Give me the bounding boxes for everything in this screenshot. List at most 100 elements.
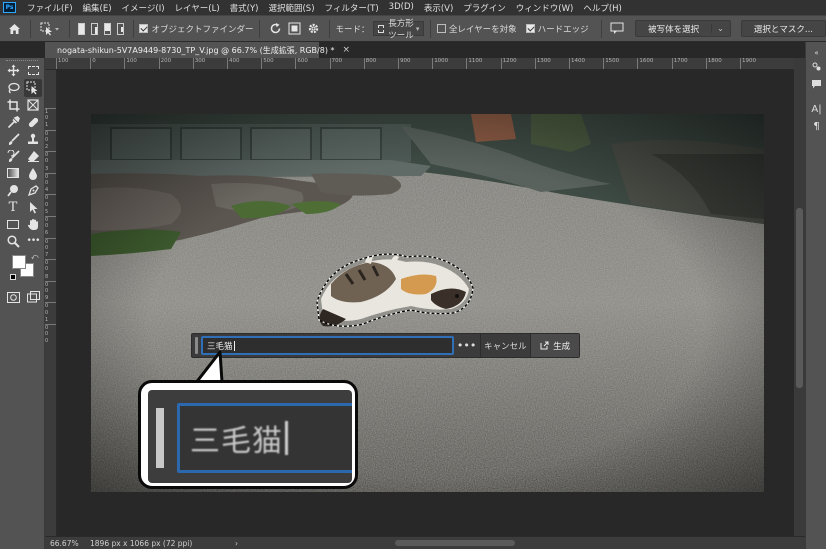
separator <box>68 19 69 38</box>
ruler-tick-label: 800 <box>363 58 376 69</box>
object-selection-tool-preset-icon[interactable] <box>40 20 60 38</box>
path-selection-tool-icon[interactable] <box>24 198 42 216</box>
new-selection-mode-button[interactable] <box>78 22 85 35</box>
dodge-tool-icon[interactable] <box>4 181 22 199</box>
ruler-tick-label: 0 <box>45 151 56 158</box>
object-finder-toggle[interactable]: オブジェクトファインダー <box>139 23 253 35</box>
type-tool-icon[interactable]: T <box>4 198 22 216</box>
hard-edge-toggle[interactable]: ハードエッジ <box>525 23 589 35</box>
document-tab-bar: nogata-shikun-5V7A9449-8730_TP_V.jpg @ 6… <box>45 42 794 58</box>
comments-panel-icon[interactable] <box>809 77 824 92</box>
swap-colors-icon[interactable]: ⤺ <box>31 253 38 262</box>
refresh-icon[interactable] <box>269 20 282 38</box>
chevron-down-icon[interactable]: ⌄ <box>711 24 724 33</box>
gradient-tool-icon[interactable] <box>4 164 22 182</box>
rectangle-tool-icon[interactable] <box>4 215 22 233</box>
ruler-tick-label: 4 <box>45 187 49 194</box>
add-to-selection-mode-button[interactable] <box>90 22 98 35</box>
menu-item[interactable]: 選択範囲(S) <box>263 2 319 14</box>
zoom-level[interactable]: 66.67% <box>45 539 90 548</box>
eyedropper-tool-icon[interactable] <box>4 113 22 131</box>
ruler-tick-label: 0 <box>45 223 49 230</box>
ruler-tick-label: 1 <box>45 316 49 323</box>
clone-stamp-tool-icon[interactable] <box>24 130 42 148</box>
vertical-ruler[interactable]: 101002003004005006007008009001000 <box>45 70 57 536</box>
frame-tool-icon[interactable] <box>24 96 42 114</box>
zoom-tool-icon[interactable] <box>4 232 22 250</box>
menu-item[interactable]: フィルター(T) <box>320 2 384 14</box>
pen-tool-icon[interactable] <box>24 181 42 199</box>
paragraph-panel-icon[interactable]: ¶ <box>809 119 824 134</box>
separator <box>600 19 602 38</box>
separator <box>132 19 134 38</box>
menu-item[interactable]: 編集(E) <box>78 2 117 14</box>
ruler-tick-label: 400 <box>227 58 240 69</box>
more-tools-icon[interactable]: ••• <box>24 232 42 250</box>
generate-button[interactable]: 生成 <box>531 334 580 357</box>
vertical-scrollbar[interactable] <box>794 58 805 536</box>
menu-item[interactable]: ヘルプ(H) <box>578 2 627 14</box>
quick-mask-icon[interactable] <box>4 288 22 306</box>
close-icon[interactable]: × <box>343 45 351 55</box>
hand-tool-icon[interactable] <box>24 215 42 233</box>
select-and-mask-button[interactable]: 選択とマスク... <box>740 20 826 37</box>
mode-select[interactable]: 長方形ツール ▾ <box>373 19 425 41</box>
ruler-tick-label: 900 <box>398 58 411 69</box>
foreground-color-swatch[interactable] <box>12 255 26 269</box>
lasso-tool-icon[interactable] <box>4 79 22 97</box>
move-tool-icon[interactable] <box>4 61 22 79</box>
object-finder-checkbox[interactable] <box>139 24 149 33</box>
history-brush-tool-icon[interactable] <box>4 147 22 165</box>
subtract-from-selection-mode-button[interactable] <box>103 22 111 35</box>
menu-item[interactable]: イメージ(I) <box>117 2 170 14</box>
gear-icon[interactable] <box>307 20 320 38</box>
ruler-tick-label: 0 <box>45 237 56 245</box>
ruler-tick-label: 5 <box>45 208 49 215</box>
hard-edge-checkbox[interactable] <box>525 24 535 33</box>
show-all-objects-icon[interactable] <box>288 20 301 38</box>
menu-item[interactable]: ウィンドウ(W) <box>511 2 579 14</box>
intersect-selection-mode-button[interactable] <box>116 22 124 35</box>
separator <box>259 19 260 38</box>
menu-item[interactable]: 3D(D) <box>384 2 419 14</box>
crop-tool-icon[interactable] <box>4 96 22 114</box>
menu-item[interactable]: プラグイン <box>458 2 511 14</box>
document-tab[interactable]: nogata-shikun-5V7A9449-8730_TP_V.jpg @ 6… <box>45 42 350 58</box>
menu-item[interactable]: ファイル(F) <box>22 2 78 14</box>
horizontal-ruler[interactable]: 100 0 100 200 300 400 500 600 700 800 900 1000 1100 1… <box>45 58 794 70</box>
learn-panel-icon[interactable] <box>809 59 824 74</box>
chevron-right-icon[interactable]: › <box>235 539 238 548</box>
sample-all-layers-checkbox[interactable] <box>436 24 446 33</box>
ruler-tick-label: 1700 <box>671 58 688 69</box>
menu-item[interactable]: レイヤー(L) <box>170 2 225 14</box>
object-selection-tool-icon[interactable] <box>24 79 42 97</box>
character-panel-icon[interactable]: A| <box>809 102 824 117</box>
screen-mode-icon[interactable] <box>24 288 42 306</box>
mode-value: 長方形ツール <box>388 18 414 41</box>
horizontal-scrollbar-thumb[interactable] <box>395 540 515 546</box>
cancel-button[interactable]: キャンセル <box>481 340 531 352</box>
ruler-tick-label: 0 <box>90 58 96 69</box>
ruler-tick-label: 0 <box>45 280 56 288</box>
ruler-tick-label: 0 <box>45 259 56 266</box>
mode-label: モード： <box>335 24 370 35</box>
default-colors-icon[interactable] <box>10 274 16 280</box>
more-options-icon[interactable]: ••• <box>454 339 480 352</box>
ruler-tick-label: 0 <box>45 266 49 273</box>
brush-tool-icon[interactable] <box>4 130 22 148</box>
sample-all-layers-toggle[interactable]: 全レイヤーを対象 <box>436 23 517 35</box>
blur-tool-icon[interactable] <box>24 164 42 182</box>
select-subject-button[interactable]: 被写体を選択 ⌄ <box>635 20 731 37</box>
menu-item[interactable]: 書式(Y) <box>225 2 264 14</box>
rectangular-marquee-tool-icon[interactable] <box>24 61 42 79</box>
scrollbar-thumb[interactable] <box>796 208 803 388</box>
ruler-tick-label: 0 <box>45 136 49 143</box>
menu-item[interactable]: 表示(V) <box>419 2 458 14</box>
select-subject-mode-icon[interactable] <box>610 20 624 38</box>
ruler-tick-label: 0 <box>45 302 56 309</box>
home-icon[interactable] <box>8 20 21 38</box>
expand-panels-icon[interactable]: « <box>809 45 824 60</box>
ruler-tick-label: 500 <box>261 58 274 69</box>
spot-healing-brush-tool-icon[interactable] <box>24 113 42 131</box>
eraser-tool-icon[interactable] <box>24 147 42 165</box>
